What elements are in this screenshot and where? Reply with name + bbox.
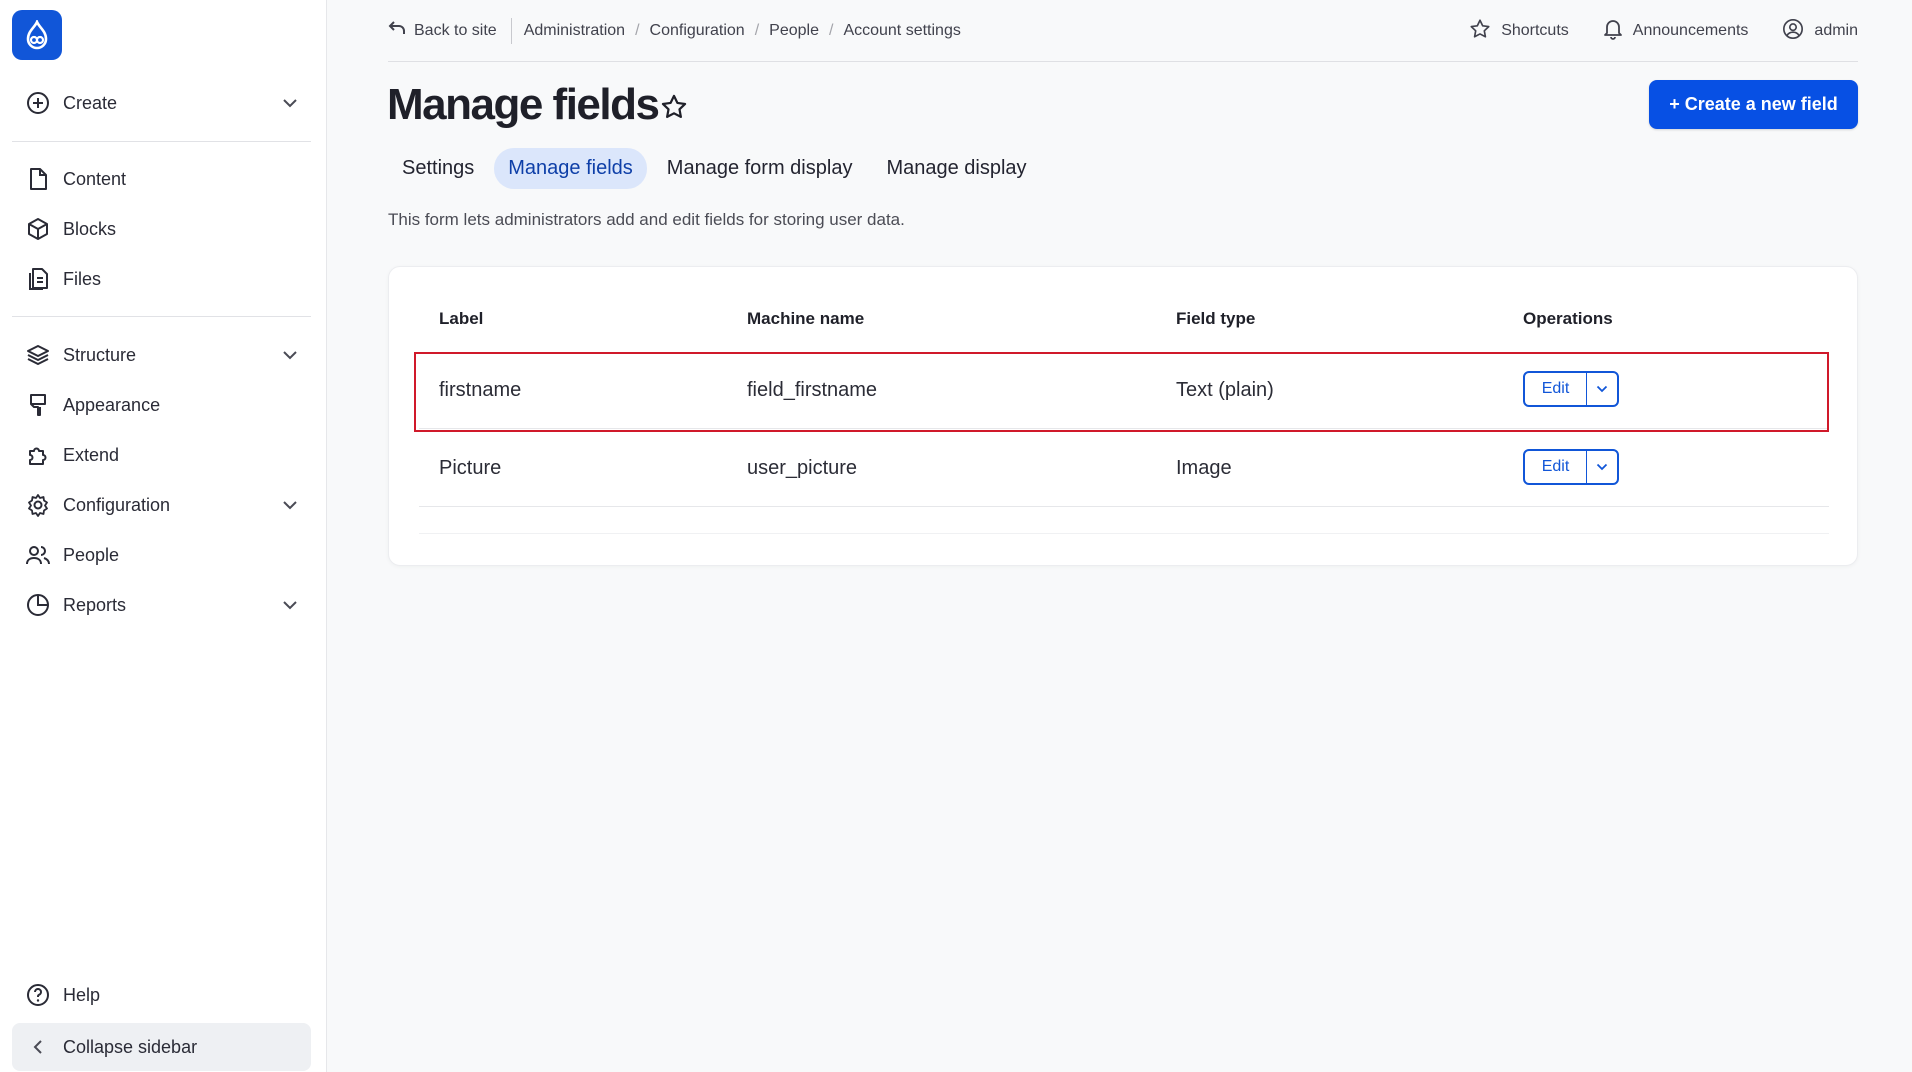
sidebar-item-content[interactable]: Content [12,157,311,201]
column-header-machine-name: Machine name [747,309,865,328]
sidebar-item-create[interactable]: Create [12,81,311,125]
bell-icon [1603,18,1623,45]
chevron-down-icon[interactable] [279,494,301,516]
tabs: Settings Manage fields Manage form displ… [388,148,1041,189]
breadcrumb-item-people[interactable]: People [769,22,819,40]
back-to-site-link[interactable]: Back to site [388,20,497,41]
edit-button[interactable]: Edit [1525,451,1587,483]
user-circle-icon [1782,18,1804,45]
sidebar-item-extend[interactable]: Extend [12,433,311,477]
sidebar-item-label: Files [63,268,102,289]
chevron-left-icon [23,1032,53,1062]
sidebar-divider [12,141,311,142]
row-highlight-box [414,352,1829,432]
sidebar-item-label: Reports [63,594,127,615]
layers-icon [23,340,53,370]
sidebar-item-label: Blocks [63,218,117,239]
shortcuts-link[interactable]: Shortcuts [1469,18,1569,45]
people-icon [23,540,53,570]
cube-icon [23,214,53,244]
tab-manage-form-display[interactable]: Manage form display [653,148,867,189]
topbar-actions: Shortcuts Announcements admin [1469,0,1858,62]
user-name: admin [1814,22,1858,39]
drupal-logo-icon[interactable] [12,10,62,60]
document-icon [23,164,53,194]
undo-arrow-icon [388,20,406,41]
sidebar-item-label: Configuration [63,494,171,515]
sidebar-item-label: Create [63,92,118,113]
breadcrumb: Administration / Configuration / People … [524,22,961,40]
page-title: Manage fields [387,80,660,129]
sidebar-item-files[interactable]: Files [12,257,311,301]
field-type-cell: Image [1176,457,1232,479]
chevron-down-icon[interactable] [279,92,301,114]
pie-chart-icon [23,590,53,620]
gear-icon [23,490,53,520]
chevron-down-icon [1596,458,1608,476]
sidebar-item-people[interactable]: People [12,533,311,577]
tab-settings[interactable]: Settings [388,148,488,189]
operations-toggle-button[interactable] [1587,451,1617,483]
sidebar-item-label: Extend [63,444,120,465]
column-header-field-type: Field type [1176,309,1256,328]
breadcrumb-separator: / [635,21,640,39]
sidebar-item-label: Appearance [63,394,161,415]
add-shortcut-star-icon[interactable] [660,93,688,121]
sidebar-item-blocks[interactable]: Blocks [12,207,311,251]
star-icon [1469,18,1491,45]
sidebar-item-label: Structure [63,344,137,365]
machine-name-cell: user_picture [747,457,858,479]
operations-dropbutton: Edit [1523,449,1619,485]
sidebar-item-reports[interactable]: Reports [12,583,311,627]
breadcrumb-item-account-settings[interactable]: Account settings [843,22,960,40]
help-circle-icon [23,980,53,1010]
sidebar: Create Content Blocks Files Structure Ap… [0,0,327,1072]
sidebar-item-label: People [63,544,120,565]
sidebar-item-label: Collapse sidebar [63,1036,198,1057]
breadcrumb-item-configuration[interactable]: Configuration [650,22,745,40]
sidebar-item-label: Content [63,168,127,189]
page-description: This form lets administrators add and ed… [388,210,905,229]
announcements-link[interactable]: Announcements [1603,18,1749,45]
announcements-label: Announcements [1632,22,1749,39]
create-new-field-button[interactable]: + Create a new field [1649,80,1858,129]
user-menu[interactable]: admin [1782,18,1858,45]
sidebar-divider [12,316,311,317]
breadcrumb-item-administration[interactable]: Administration [524,22,625,40]
table-footer-divider [419,533,1829,534]
sidebar-item-structure[interactable]: Structure [12,333,311,377]
plus-circle-icon [23,88,53,118]
tab-manage-display[interactable]: Manage display [872,148,1040,189]
top-bar: Back to site Administration / Configurat… [388,0,1858,62]
puzzle-icon [23,440,53,470]
table-row: Picture user_picture Image Edit [419,429,1829,507]
sidebar-item-configuration[interactable]: Configuration [12,483,311,527]
breadcrumb-separator: / [828,21,834,39]
column-header-operations: Operations [1523,309,1613,328]
chevron-down-icon[interactable] [279,344,301,366]
tab-manage-fields[interactable]: Manage fields [494,148,647,189]
sidebar-item-appearance[interactable]: Appearance [12,383,311,427]
column-header-label: Label [439,309,484,328]
sidebar-item-help[interactable]: Help [12,973,311,1017]
back-to-site-label: Back to site [414,21,497,39]
shortcuts-label: Shortcuts [1501,22,1569,39]
sidebar-item-label: Help [63,984,101,1005]
field-label-cell: Picture [439,457,502,479]
topbar-separator [510,17,512,44]
paint-brush-icon [23,390,53,420]
breadcrumb-separator: / [754,21,760,39]
files-icon [23,264,53,294]
chevron-down-icon[interactable] [279,594,301,616]
collapse-sidebar-button[interactable]: Collapse sidebar [12,1023,311,1071]
